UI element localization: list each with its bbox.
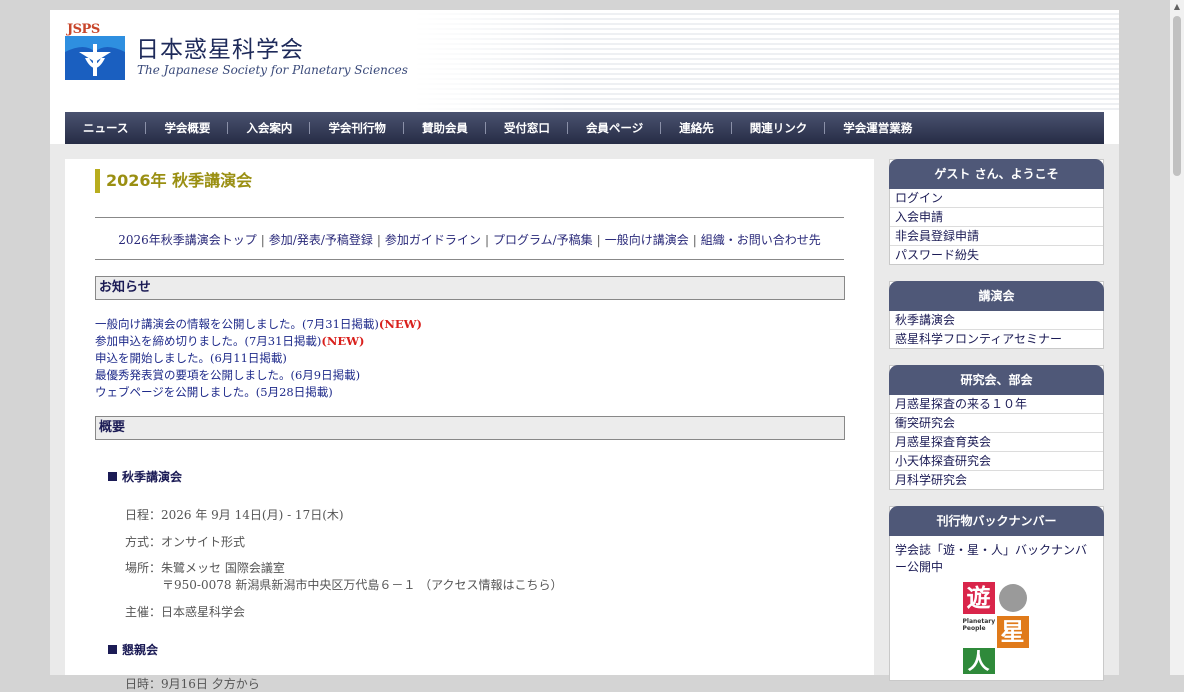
subnav-top[interactable]: 2026年秋季講演会トップ — [118, 233, 257, 247]
welcome-box: ゲスト さん、ようこそ ログイン 入会申請 非会員登録申請 パスワード紛失 — [889, 159, 1104, 265]
venue-text: 場所：朱鷺メッセ 国際会議室 — [125, 561, 285, 575]
sidebar-item-frontier-seminar[interactable]: 惑星科学フロンティアセミナー — [890, 330, 1103, 348]
subnav-registration[interactable]: 参加/発表/予稿登録 — [269, 233, 373, 247]
sidebar-item-join[interactable]: 入会申請 — [890, 208, 1103, 227]
notice-item[interactable]: ウェブページを公開しました。(5月28日掲載) — [95, 384, 422, 401]
header: JSPS 日本惑星科学会 The Japanese Society for Pl… — [50, 10, 1119, 110]
sidebar-item-group[interactable]: 月科学研究会 — [890, 471, 1103, 489]
schedule-text: 日程：2026 年 9月 14日(月) - 17日(木) — [125, 508, 344, 522]
lectures-box: 講演会 秋季講演会 惑星科学フロンティアセミナー — [889, 281, 1104, 349]
cover-char-hoshi: 星 — [996, 616, 1029, 648]
access-link[interactable]: （アクセス情報はこちら） — [419, 578, 562, 592]
nav-item-reception[interactable]: 受付窓口 — [486, 120, 568, 136]
nav-item-news[interactable]: ニュース — [65, 120, 147, 136]
sidebar-item-lost-password[interactable]: パスワード紛失 — [890, 246, 1103, 264]
nav-item-links[interactable]: 関連リンク — [732, 120, 826, 136]
main-content: 2026年 秋季講演会 2026年秋季講演会トップ | 参加/発表/予稿登録 | 参加ガ… — [65, 159, 874, 691]
new-badge: (NEW) — [321, 334, 365, 348]
backnumbers-text[interactable]: 学会誌「遊・星・人」バックナンバー公開中 — [890, 536, 1103, 576]
nav-item-member-page[interactable]: 会員ページ — [568, 120, 662, 136]
party-date-text: 日時：9月16日 夕方から — [125, 677, 260, 691]
sidebar-item-autumn-lecture[interactable]: 秋季講演会 — [890, 311, 1103, 330]
lectures-heading: 講演会 — [889, 281, 1104, 311]
divider — [95, 217, 844, 218]
planet-icon — [998, 584, 1027, 612]
notice-heading: お知らせ — [95, 276, 845, 300]
sidebar-item-group[interactable]: 月惑星探査育英会 — [890, 433, 1103, 452]
journal-cover-image[interactable]: 遊 Planetary People 星 人 — [962, 582, 1031, 674]
scroll-up-icon[interactable]: ▲ — [1172, 2, 1182, 12]
sidebar-item-group[interactable]: 小天体探査研究会 — [890, 452, 1103, 471]
notice-item[interactable]: 申込を開始しました。(6月11日掲載) — [95, 350, 422, 367]
overview-heading: 概要 — [95, 416, 845, 440]
nav-item-operations[interactable]: 学会運営業務 — [825, 120, 930, 136]
notice-list: 一般向け講演会の情報を公開しました。(7月31日掲載)(NEW) 参加申込を締め… — [95, 316, 422, 401]
scrollbar-thumb[interactable] — [1173, 16, 1181, 176]
address-text: 〒950-0078 新潟県新潟市中央区万代島６－１ （アクセス情報はこちら） — [162, 578, 563, 592]
nav-item-membership[interactable]: 入会案内 — [228, 120, 311, 136]
organizer-text: 主催：日本惑星科学会 — [125, 605, 246, 619]
backnumbers-box: 刊行物バックナンバー 学会誌「遊・星・人」バックナンバー公開中 遊 Planet… — [889, 506, 1104, 681]
page: JSPS 日本惑星科学会 The Japanese Society for Pl… — [50, 10, 1119, 691]
new-badge: (NEW) — [378, 317, 422, 331]
notice-item[interactable]: 一般向け講演会の情報を公開しました。(7月31日掲載)(NEW) — [95, 316, 422, 333]
party-subheading: 懇親会 — [108, 641, 158, 658]
cover-char-hito: 人 — [962, 648, 995, 674]
sub-navigation: 2026年秋季講演会トップ | 参加/発表/予稿登録 | 参加ガイドライン | プログラム/… — [118, 233, 821, 247]
cover-caption: Planetary People — [962, 618, 996, 632]
groups-box: 研究会、部会 月惑星探査の来る１０年 衝突研究会 月惑星探査育英会 小天体探査研… — [889, 365, 1104, 490]
sidebar-item-group[interactable]: 衝突研究会 — [890, 414, 1103, 433]
nav-item-supporting-members[interactable]: 賛助会員 — [404, 120, 486, 136]
notice-item[interactable]: 最優秀発表賞の要項を公開しました。(6月9日掲載) — [95, 367, 422, 384]
notice-item[interactable]: 参加申込を締め切りました。(7月31日掲載)(NEW) — [95, 333, 422, 350]
nav-item-contact[interactable]: 連絡先 — [661, 120, 732, 136]
square-bullet-icon — [108, 645, 117, 654]
groups-heading: 研究会、部会 — [889, 365, 1104, 395]
format-text: 方式：オンサイト形式 — [125, 535, 246, 549]
sidebar-item-nonmember-register[interactable]: 非会員登録申請 — [890, 227, 1103, 246]
nav-item-publications[interactable]: 学会刊行物 — [310, 120, 404, 136]
divider — [95, 259, 844, 260]
nav-item-about[interactable]: 学会概要 — [146, 120, 229, 136]
sidebar-item-group[interactable]: 月惑星探査の来る１０年 — [890, 395, 1103, 414]
site-title[interactable]: 日本惑星科学会 — [136, 30, 304, 64]
backnumbers-heading: 刊行物バックナンバー — [889, 506, 1104, 536]
cover-char-yu: 遊 — [962, 582, 995, 614]
welcome-heading: ゲスト さん、ようこそ — [889, 159, 1104, 189]
main-nav: ニュース 学会概要 入会案内 学会刊行物 賛助会員 受付窓口 会員ページ 連絡先… — [65, 112, 1104, 144]
logo-jsps-text: JSPS — [67, 22, 100, 37]
square-bullet-icon — [108, 472, 117, 481]
page-title: 2026年 秋季講演会 — [95, 169, 252, 193]
site-subtitle: The Japanese Society for Planetary Scien… — [137, 63, 408, 77]
sidebar-item-login[interactable]: ログイン — [890, 189, 1103, 208]
subnav-organization[interactable]: 組織・お問い合わせ先 — [701, 233, 821, 247]
subnav-program[interactable]: プログラム/予稿集 — [493, 233, 593, 247]
lecture-subheading: 秋季講演会 — [108, 468, 182, 485]
subnav-guidelines[interactable]: 参加ガイドライン — [385, 233, 481, 247]
subnav-public-lecture[interactable]: 一般向け講演会 — [605, 233, 689, 247]
